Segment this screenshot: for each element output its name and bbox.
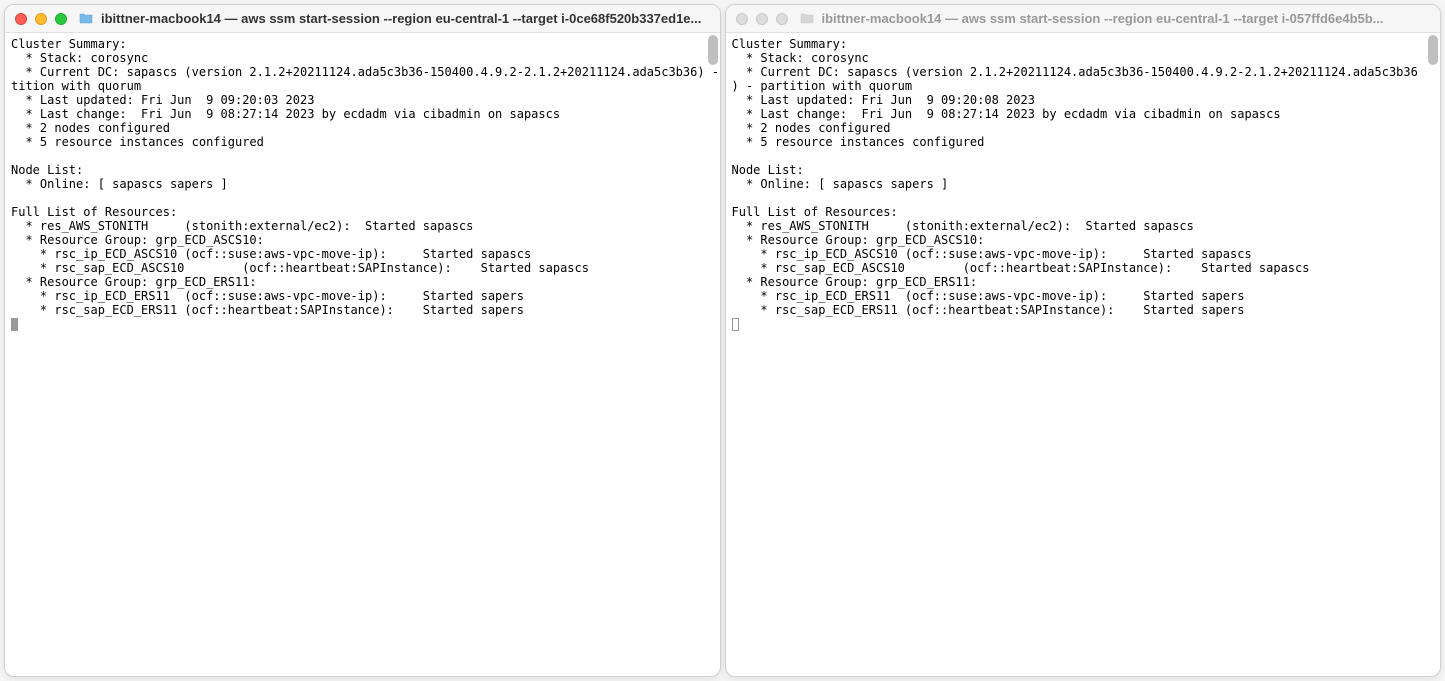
scrollbar-right[interactable] — [1428, 35, 1438, 65]
terminal-body-right[interactable]: Cluster Summary: * Stack: corosync * Cur… — [726, 33, 1441, 676]
window-close-button[interactable] — [736, 13, 748, 25]
cursor-left — [11, 318, 18, 331]
titlebar-right[interactable]: ibittner-macbook14 — aws ssm start-sessi… — [726, 5, 1441, 33]
folder-icon — [79, 13, 93, 24]
window-close-button[interactable] — [15, 13, 27, 25]
window-maximize-button[interactable] — [55, 13, 67, 25]
scrollbar-left[interactable] — [708, 35, 718, 65]
terminal-window-left: ibittner-macbook14 — aws ssm start-sessi… — [4, 4, 721, 677]
window-title-right: ibittner-macbook14 — aws ssm start-sessi… — [822, 11, 1431, 26]
window-minimize-button[interactable] — [35, 13, 47, 25]
window-minimize-button[interactable] — [756, 13, 768, 25]
terminal-output-left[interactable]: Cluster Summary: * Stack: corosync * Cur… — [5, 33, 720, 335]
window-title-left: ibittner-macbook14 — aws ssm start-sessi… — [101, 11, 710, 26]
traffic-lights-left — [15, 13, 67, 25]
traffic-lights-right — [736, 13, 788, 25]
cursor-right — [732, 318, 739, 331]
terminal-window-right: ibittner-macbook14 — aws ssm start-sessi… — [725, 4, 1442, 677]
terminal-output-right[interactable]: Cluster Summary: * Stack: corosync * Cur… — [726, 33, 1441, 335]
folder-icon — [800, 13, 814, 24]
titlebar-left[interactable]: ibittner-macbook14 — aws ssm start-sessi… — [5, 5, 720, 33]
terminal-body-left[interactable]: Cluster Summary: * Stack: corosync * Cur… — [5, 33, 720, 676]
window-maximize-button[interactable] — [776, 13, 788, 25]
